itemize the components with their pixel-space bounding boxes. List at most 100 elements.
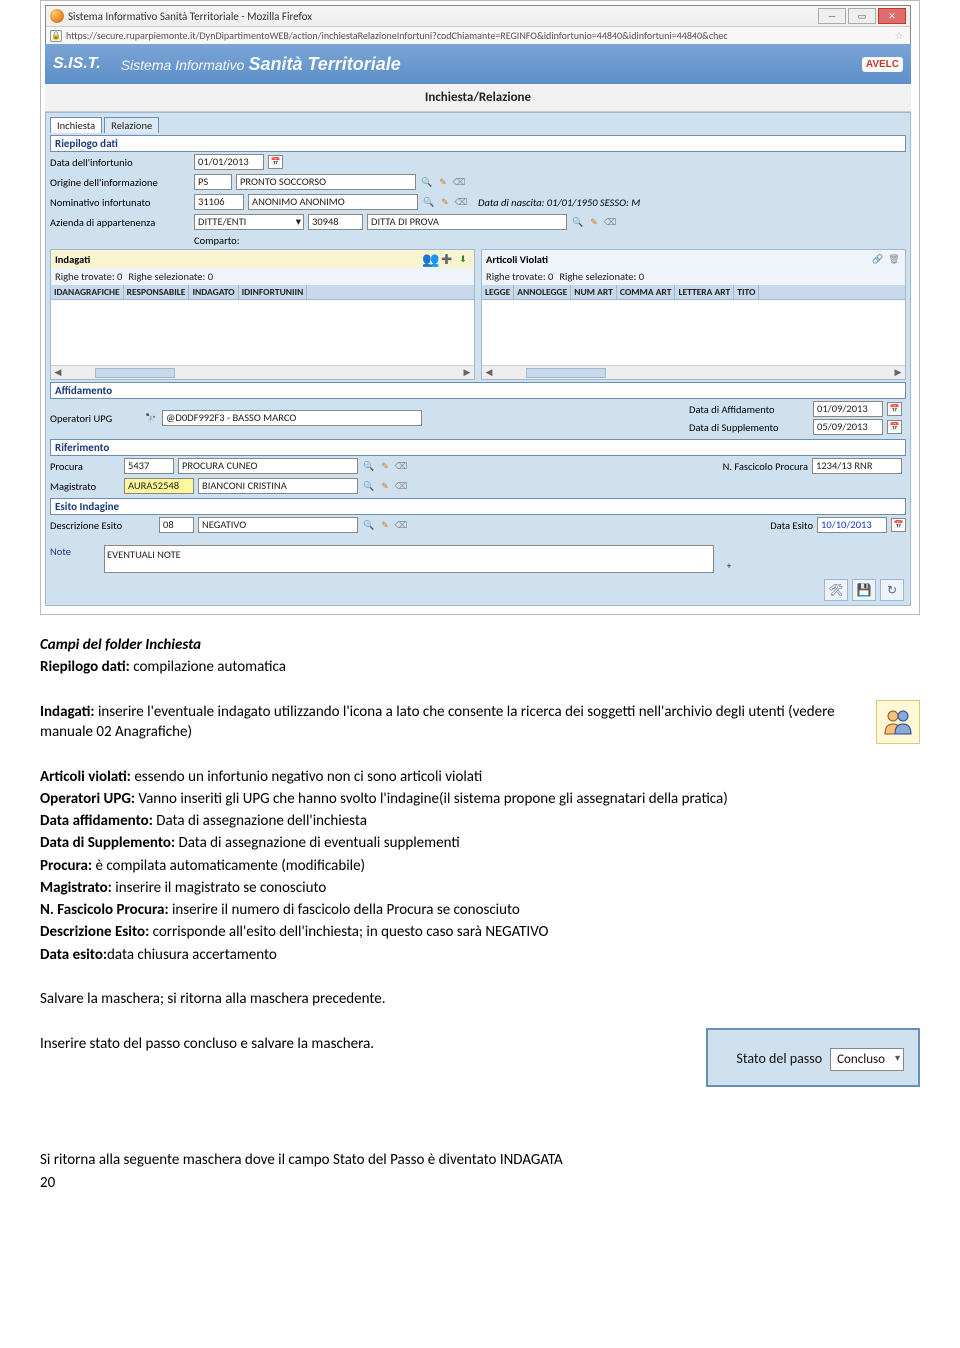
sel-stato-passo[interactable]: Concluso	[830, 1048, 904, 1072]
note-textarea[interactable]: EVENTUALI NOTE	[104, 545, 714, 573]
inp-procura-desc[interactable]: PROCURA CUNEO	[178, 458, 358, 474]
edit-icon[interactable]: ✎	[438, 195, 452, 209]
calendar-icon[interactable]: 📅	[891, 518, 906, 532]
inp-data-affidamento[interactable]: 01/09/2013	[813, 401, 883, 417]
edit-icon[interactable]: ✎	[378, 518, 392, 532]
delete-icon[interactable]: 🗑	[887, 252, 901, 266]
indagati-columns: IDANAGRAFICHE RESPONSABILE INDAGATO IDIN…	[51, 285, 474, 299]
edit-icon[interactable]: ✎	[378, 459, 392, 473]
inp-nominativo-desc[interactable]: ANONIMO ANONIMO	[248, 194, 418, 210]
app-header: S.IS.T. Sistema InformativoSanità Territ…	[45, 44, 911, 84]
articoli-grid[interactable]: ◀▶	[482, 299, 905, 379]
edit-icon[interactable]: ✎	[436, 175, 450, 189]
inp-azienda-desc[interactable]: DITTA DI PROVA	[367, 214, 567, 230]
lbl-azienda: Azienda di appartenenza	[50, 216, 190, 229]
stato-passo-snippet: Stato del passo Concluso	[706, 1028, 920, 1088]
lbl-desc-esito: Descrizione Esito	[50, 519, 155, 532]
binoculars-icon[interactable]: 🔭	[144, 411, 158, 425]
calendar-icon[interactable]: 📅	[268, 155, 283, 169]
clear-icon[interactable]: ⌫	[603, 215, 617, 229]
url-text[interactable]: https://secure.ruparpiemonte.it/DynDipar…	[66, 29, 892, 42]
maximize-button[interactable]: ▭	[848, 8, 876, 24]
lbl-origine: Origine dell'informazione	[50, 176, 190, 189]
rows-found: Righe trovate: 0	[486, 270, 553, 283]
calendar-icon[interactable]: 📅	[887, 402, 902, 416]
app-logo: S.IS.T.	[53, 55, 101, 73]
rows-sel: Righe selezionate: 0	[559, 270, 644, 283]
minimize-button[interactable]: —	[818, 8, 846, 24]
firefox-icon	[50, 9, 64, 23]
address-bar: 🔒 https://secure.ruparpiemonte.it/DynDip…	[46, 26, 910, 44]
lbl-nascita: Data di nascita: 01/01/1950 SESSO: M	[478, 196, 640, 209]
tools-button[interactable]: 🛠	[824, 579, 848, 601]
document-body: Campi del folder Inchiesta Riepilogo dat…	[40, 635, 920, 1170]
edit-icon[interactable]: ✎	[378, 479, 392, 493]
search-icon[interactable]: 🔍	[571, 215, 585, 229]
indagati-grid[interactable]: ◀▶	[51, 299, 474, 379]
inp-azienda-code[interactable]: 30948	[308, 214, 363, 230]
inp-procura-code[interactable]: 5437	[124, 458, 174, 474]
section-riferimento: Riferimento	[50, 439, 906, 456]
indagati-title: Indagati	[55, 253, 90, 266]
tab-relazione[interactable]: Relazione	[104, 117, 159, 133]
inp-origine-desc[interactable]: PRONTO SOCCORSO	[236, 174, 416, 190]
inp-data-supplemento[interactable]: 05/09/2013	[813, 419, 883, 435]
section-affidamento: Affidamento	[50, 382, 906, 399]
edit-icon[interactable]: ✎	[587, 215, 601, 229]
doc-heading: Campi del folder Inchiesta	[40, 635, 920, 655]
link-icon[interactable]: 🔗	[871, 252, 885, 266]
add-icon[interactable]: ➕	[440, 252, 454, 266]
header-subtitle: Sistema Informativo	[121, 57, 245, 73]
inp-esito-desc[interactable]: NEGATIVO	[198, 517, 358, 533]
scrollbar-x[interactable]: ◀▶	[51, 365, 474, 379]
screenshot-frame: Sistema Informativo Sanità Territoriale …	[40, 0, 920, 615]
scrollbar-x[interactable]: ◀▶	[482, 365, 905, 379]
lbl-data-infortunio: Data dell'infortunio	[50, 156, 190, 169]
tab-inchiesta[interactable]: Inchiesta	[50, 117, 102, 133]
inp-fascicolo[interactable]: 1234/13 RNR	[812, 458, 902, 474]
search-icon[interactable]: 🔍	[362, 459, 376, 473]
window-title: Sistema Informativo Sanità Territoriale …	[68, 10, 312, 23]
lbl-nominativo: Nominativo infortunato	[50, 196, 190, 209]
bookmark-icon[interactable]: ☆	[892, 29, 906, 42]
search-icon[interactable]: 🔍	[362, 518, 376, 532]
calendar-icon[interactable]: 📅	[887, 420, 902, 434]
articoli-columns: LEGGE ANNOLEGGE NUM ART COMMA ART LETTER…	[482, 285, 905, 299]
lbl-procura: Procura	[50, 460, 120, 473]
clear-icon[interactable]: ⌫	[394, 518, 408, 532]
close-button[interactable]: ✕	[878, 8, 906, 24]
clear-icon[interactable]: ⌫	[394, 459, 408, 473]
inp-esito-code[interactable]: 08	[159, 517, 194, 533]
clear-icon[interactable]: ⌫	[394, 479, 408, 493]
lbl-comparto: Comparto:	[194, 234, 240, 247]
refresh-button[interactable]: ↻	[880, 579, 904, 601]
lbl-operatori: Operatori UPG	[50, 412, 140, 425]
search-icon[interactable]: 🔍	[362, 479, 376, 493]
save-button[interactable]: 💾	[852, 579, 876, 601]
panel-articoli: Articoli Violati 🔗 🗑 Righe trovate: 0 Ri…	[481, 249, 906, 380]
search-icon[interactable]: 🔍	[420, 175, 434, 189]
sel-azienda[interactable]: DITTE/ENTI▾	[194, 214, 304, 230]
inp-data-infortunio[interactable]: 01/01/2013	[194, 154, 264, 170]
rows-found: Righe trovate: 0	[55, 270, 122, 283]
inp-operatore[interactable]: @D0DF992F3 - BASSO MARCO	[162, 410, 422, 426]
lbl-data-supplemento: Data di Supplemento	[689, 421, 809, 434]
expand-icon[interactable]: +	[722, 559, 736, 573]
inp-data-esito[interactable]: 10/10/2013	[817, 517, 887, 533]
inp-magistrato-code[interactable]: AURA52548	[124, 478, 194, 494]
search-icon[interactable]: 🔍	[422, 195, 436, 209]
page-number: 20	[40, 1174, 55, 1192]
lbl-data-affidamento: Data di Affidamento	[689, 403, 809, 416]
section-riepilogo: Riepilogo dati	[50, 135, 906, 152]
down-arrow-icon[interactable]: ⬇	[456, 252, 470, 266]
inp-nominativo-code[interactable]: 31106	[194, 194, 244, 210]
clear-icon[interactable]: ⌫	[452, 175, 466, 189]
lbl-fascicolo: N. Fascicolo Procura	[723, 460, 808, 473]
lbl-magistrato: Magistrato	[50, 480, 120, 493]
clear-icon[interactable]: ⌫	[454, 195, 468, 209]
articoli-title: Articoli Violati	[486, 253, 548, 266]
inp-origine-code[interactable]: PS	[194, 174, 232, 190]
inp-magistrato-desc[interactable]: BIANCONI CRISTINA	[198, 478, 358, 494]
people-icon[interactable]: 👥	[424, 252, 438, 266]
titlebar: Sistema Informativo Sanità Territoriale …	[46, 6, 910, 26]
